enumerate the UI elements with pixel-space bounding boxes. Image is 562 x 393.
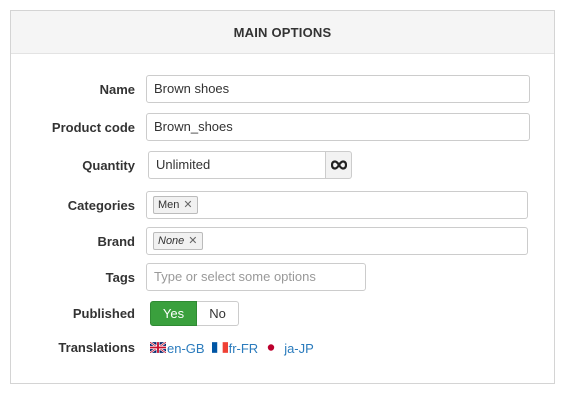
uk-flag-icon <box>149 340 167 356</box>
tags-input[interactable]: Type or select some options <box>146 263 366 291</box>
translation-fr-fr-label: fr-FR <box>228 340 259 356</box>
translations-list: en-GB fr-FR ja-JP <box>149 333 321 363</box>
brand-select[interactable]: None ✕ <box>146 227 528 255</box>
product-code-label: Product code <box>51 120 135 135</box>
panel-title: MAIN OPTIONS <box>11 11 554 54</box>
published-no-button[interactable]: No <box>197 301 239 326</box>
quantity-control: Unlimited <box>148 151 352 181</box>
quantity-row: Quantity Unlimited <box>11 151 554 181</box>
brand-row: Brand None ✕ <box>11 227 554 257</box>
categories-label: Categories <box>67 198 135 213</box>
name-label: Name <box>99 82 135 97</box>
japan-flag-icon <box>265 341 278 356</box>
infinity-icon <box>330 158 347 173</box>
translation-en-gb-link[interactable]: en-GB <box>149 340 205 356</box>
brand-tag-label: None <box>158 235 185 247</box>
translation-ja-jp-label: ja-JP <box>284 340 314 356</box>
remove-tag-icon[interactable]: ✕ <box>188 235 197 247</box>
quantity-input[interactable]: Unlimited <box>148 151 325 179</box>
brand-tag: None ✕ <box>153 232 203 250</box>
categories-select[interactable]: Men ✕ <box>146 191 528 219</box>
translations-row: Translations en-GB fr-FR ja-JP <box>11 333 554 363</box>
published-toggle: Yes No <box>150 301 239 326</box>
translation-fr-fr-link[interactable]: fr-FR <box>211 340 259 356</box>
name-row: Name Brown shoes <box>11 75 554 105</box>
infinity-button[interactable] <box>325 151 352 179</box>
product-code-row: Product code Brown_shoes <box>11 113 554 143</box>
tags-row: Tags Type or select some options <box>11 263 554 293</box>
published-yes-button[interactable]: Yes <box>150 301 197 326</box>
translation-ja-jp-link[interactable]: ja-JP <box>265 341 314 356</box>
published-row: Published Yes No <box>11 299 554 329</box>
translations-label: Translations <box>58 340 135 355</box>
categories-row: Categories Men ✕ <box>11 191 554 221</box>
brand-label: Brand <box>97 234 135 249</box>
france-flag-icon <box>211 341 229 356</box>
remove-tag-icon[interactable]: ✕ <box>183 199 192 211</box>
published-label: Published <box>72 306 135 321</box>
category-tag: Men ✕ <box>153 196 198 214</box>
translation-en-gb-label: en-GB <box>167 340 205 356</box>
main-options-panel: MAIN OPTIONS Name Brown shoes Product co… <box>10 10 555 384</box>
tags-label: Tags <box>105 270 135 285</box>
quantity-label: Quantity <box>82 158 135 173</box>
product-code-input[interactable]: Brown_shoes <box>146 113 530 141</box>
name-input[interactable]: Brown shoes <box>146 75 530 103</box>
category-tag-label: Men <box>158 199 180 211</box>
